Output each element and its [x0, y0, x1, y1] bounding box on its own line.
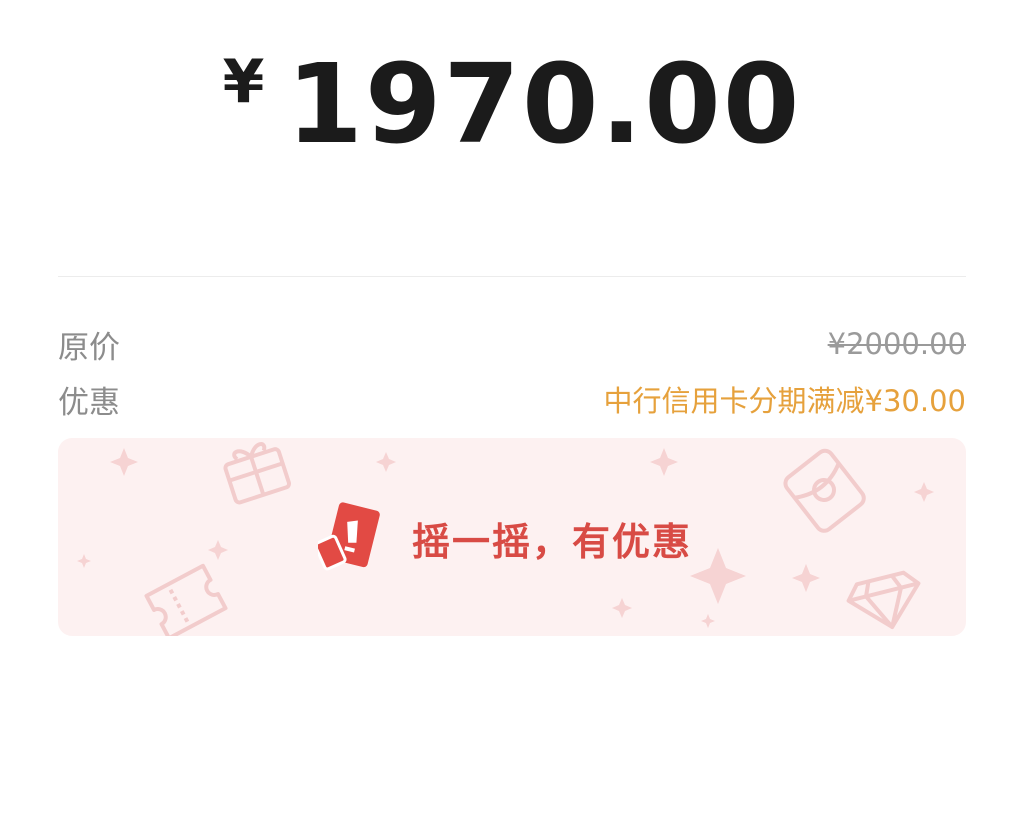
discount-value: 中行信用卡分期满减¥30.00	[603, 384, 966, 418]
shake-banner-content[interactable]: 摇一摇，有优惠	[318, 498, 692, 578]
shake-coupon-icon	[318, 502, 380, 571]
original-price-value: ¥2000.00	[827, 327, 966, 361]
amount-value: 1970.00	[286, 40, 802, 168]
currency-symbol: ¥	[222, 47, 265, 117]
shake-banner[interactable]: 摇一摇，有优惠	[58, 438, 966, 636]
divider	[58, 276, 966, 277]
original-price-row: 原价 ¥2000.00	[58, 322, 966, 366]
ticket-icon	[144, 563, 228, 636]
red-packet-icon	[783, 448, 866, 533]
gift-icon	[223, 442, 292, 505]
original-price-label: 原价	[58, 329, 120, 366]
discount-row: 优惠 中行信用卡分期满减¥30.00	[58, 377, 966, 421]
diamond-icon	[846, 570, 921, 629]
payment-amount: ¥1970.00	[0, 40, 1024, 168]
shake-banner-text: 摇一摇，有优惠	[412, 519, 693, 564]
discount-label: 优惠	[58, 384, 120, 421]
